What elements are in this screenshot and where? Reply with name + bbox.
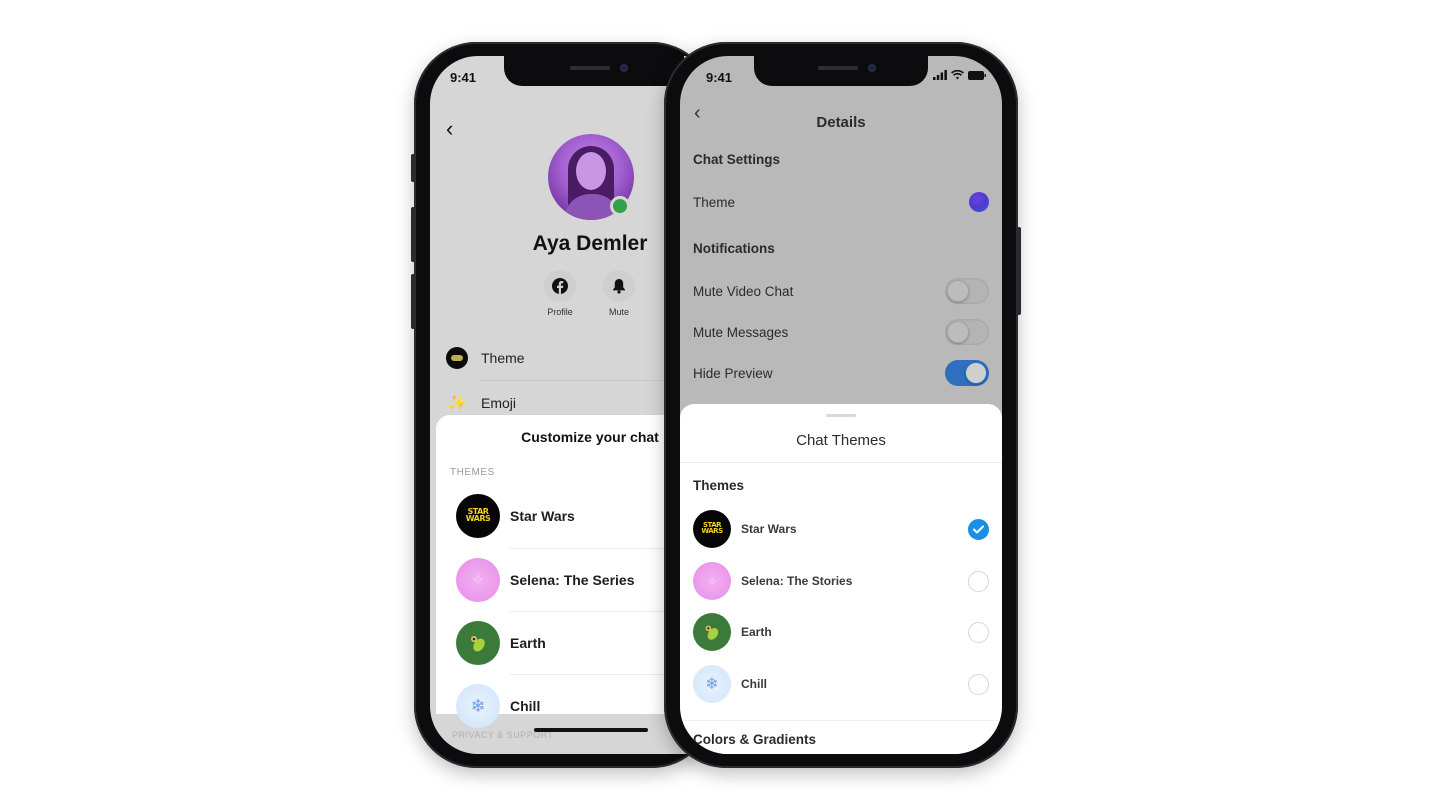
status-icons (933, 70, 986, 80)
theme-name: Earth (741, 625, 772, 639)
online-status-indicator (610, 196, 630, 216)
theme-radio[interactable] (968, 570, 989, 592)
profile-button[interactable]: Profile (530, 270, 590, 317)
theme-item-selena[interactable]: ✧ Selena: The Stories (693, 556, 989, 606)
theme-radio-selected[interactable] (968, 518, 989, 540)
menu-item-label: Emoji (481, 395, 517, 411)
signal-icon (933, 70, 947, 80)
wifi-icon (951, 70, 964, 80)
sheet-title: Chat Themes (796, 432, 886, 449)
sparkle-icon: ✨ (447, 395, 467, 412)
mute-video-chat-toggle[interactable] (945, 278, 989, 304)
hide-preview-toggle[interactable] (945, 360, 989, 386)
power-button (1017, 227, 1021, 315)
volume-up-button (411, 207, 415, 262)
chill-theme-icon: ❄ (693, 665, 731, 703)
hide-preview-row: Hide Preview (693, 358, 989, 388)
theme-name: Star Wars (510, 508, 575, 524)
theme-item-earth[interactable]: Earth (693, 607, 989, 657)
earth-theme-icon (693, 613, 731, 651)
theme-name: Chill (741, 677, 767, 691)
theme-setting-label: Theme (693, 194, 736, 210)
header: Details (680, 100, 1002, 144)
selena-theme-icon: ✧ (693, 562, 731, 600)
page-title: Details (816, 113, 866, 131)
star-wars-theme-icon: STAR WARS (456, 494, 500, 538)
section-label: THEMES (450, 467, 495, 478)
sheet-grabber[interactable] (826, 414, 856, 417)
mute-label: Mute (608, 307, 629, 317)
battery-icon (968, 70, 986, 80)
mute-messages-row: Mute Messages (693, 317, 989, 347)
volume-down-button (411, 274, 415, 329)
toggle-label: Hide Preview (693, 365, 773, 381)
themes-heading: Themes (693, 478, 745, 493)
mute-video-chat-row: Mute Video Chat (693, 276, 989, 306)
star-wars-theme-icon: STAR WARS (693, 510, 731, 548)
notch (754, 56, 928, 86)
theme-name: Selena: The Series (510, 572, 635, 588)
divider (680, 462, 1002, 463)
menu-item-label: Theme (481, 350, 525, 366)
home-indicator[interactable] (534, 728, 648, 732)
theme-item-star-wars[interactable]: STAR WARS Star Wars (693, 504, 989, 554)
selena-theme-icon: ✧ (456, 558, 500, 602)
status-time: 9:41 (706, 70, 733, 85)
theme-setting-row[interactable]: Theme (693, 187, 989, 217)
theme-item-chill[interactable]: ❄ Chill (693, 659, 989, 709)
right-screen: 9:41 ‹ Details Chat Settings Theme Notif… (680, 56, 1002, 754)
theme-icon (446, 347, 468, 369)
checkmark-icon (973, 525, 984, 533)
notifications-heading: Notifications (693, 241, 775, 256)
theme-name: Star Wars (741, 522, 797, 536)
chat-settings-heading: Chat Settings (693, 152, 781, 167)
mute-button[interactable]: Mute (589, 270, 649, 317)
bell-icon (613, 279, 625, 294)
theme-name: Chill (510, 698, 541, 714)
facebook-icon (552, 278, 568, 294)
theme-radio[interactable] (968, 621, 989, 643)
earth-theme-icon (456, 621, 500, 665)
toggle-label: Mute Messages (693, 324, 789, 340)
theme-color-swatch (969, 192, 989, 212)
theme-name: Earth (510, 635, 546, 651)
theme-radio[interactable] (968, 673, 989, 695)
profile-label: Profile (547, 307, 573, 317)
chill-theme-icon: ❄ (456, 684, 500, 728)
divider (680, 720, 1002, 721)
silent-switch (411, 154, 415, 182)
status-time: 9:41 (450, 70, 477, 85)
toggle-label: Mute Video Chat (693, 283, 794, 299)
theme-name: Selena: The Stories (741, 574, 853, 588)
mute-messages-toggle[interactable] (945, 319, 989, 345)
notch (504, 56, 684, 86)
chat-themes-sheet: Chat Themes Themes STARWARS Star Wars ✧ (680, 404, 1002, 754)
colors-gradients-heading: Colors & Gradients (693, 732, 817, 747)
phone-right: 9:41 ‹ Details Chat Settings Theme Notif… (664, 42, 1021, 768)
back-chevron-icon[interactable]: ‹ (446, 116, 453, 142)
